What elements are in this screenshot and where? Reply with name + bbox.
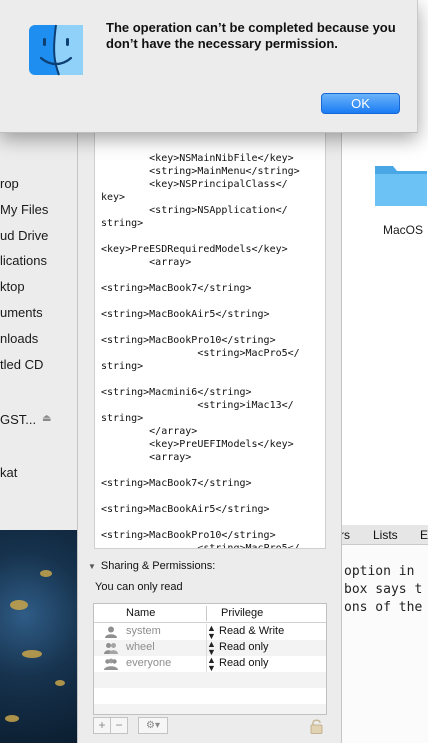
desktop-wallpaper bbox=[0, 530, 82, 743]
ok-button[interactable]: OK bbox=[321, 93, 400, 114]
privilege-stepper-icon[interactable]: ▲ ▼ bbox=[207, 624, 216, 641]
finder-sidebar: rop My Files ud Drive lications ktop ume… bbox=[0, 130, 78, 530]
table-row[interactable]: wheel ▲ ▼ Read only bbox=[94, 640, 326, 657]
plist-line: <string>MainMenu</string> bbox=[101, 166, 300, 177]
empty-table-row bbox=[94, 672, 326, 688]
sidebar-item-icloud-drive[interactable]: ud Drive bbox=[0, 228, 48, 243]
table-row[interactable]: system ▲ ▼ Read & Write bbox=[94, 624, 326, 641]
plist-line: <string>iMac13</ bbox=[101, 400, 294, 411]
folder-label: MacOS bbox=[383, 223, 424, 237]
plist-line: <string>MacPro5</ bbox=[101, 348, 300, 359]
group-icon bbox=[104, 643, 118, 654]
plist-line: key> bbox=[101, 192, 126, 203]
user-name: wheel bbox=[126, 641, 155, 653]
plist-line: <string>MacBookAir5</string> bbox=[101, 309, 270, 320]
permissions-table-header: Name Privilege bbox=[94, 604, 326, 623]
plist-line: <string>MacBookPro10</string> bbox=[101, 335, 276, 346]
add-user-button[interactable]: + bbox=[93, 717, 111, 734]
plist-line: <key>NSPrincipalClass</ bbox=[101, 179, 288, 190]
get-info-panel: <key>NSMainNibFile</key> <string>MainMen… bbox=[77, 95, 342, 743]
privilege-value[interactable]: Read only bbox=[219, 657, 269, 669]
editor-text-line: option in bbox=[344, 564, 415, 579]
user-name: everyone bbox=[126, 657, 172, 669]
permissions-toolbar: + − ⚙︎▾ bbox=[93, 717, 327, 735]
menu-item-partial-e[interactable]: E bbox=[420, 528, 428, 542]
table-row[interactable]: everyone ▲ ▼ Read only bbox=[94, 656, 326, 673]
alert-message: The operation can’t be completed because… bbox=[106, 20, 396, 51]
column-header-name[interactable]: Name bbox=[126, 607, 155, 619]
eject-icon[interactable]: ⏏ bbox=[42, 413, 51, 424]
plist-line: string> bbox=[101, 218, 144, 229]
plist-line: <array> bbox=[101, 452, 192, 463]
permission-error-alert: The operation can’t be completed because… bbox=[0, 0, 418, 133]
everyone-icon bbox=[104, 658, 118, 670]
editor-text-line: box says t bbox=[344, 582, 423, 597]
plist-line: </array> bbox=[101, 426, 198, 437]
plist-line: string> bbox=[101, 361, 144, 372]
plist-line: string> bbox=[101, 413, 144, 424]
sidebar-item-kat[interactable]: kat bbox=[0, 465, 17, 480]
plist-preview: <key>NSMainNibFile</key> <string>MainMen… bbox=[94, 115, 326, 549]
editor-menubar: rs Lists E bbox=[340, 525, 428, 545]
plist-line: <key>PreUEFIModels</key> bbox=[101, 439, 294, 450]
plist-line: <string>MacBook7</string> bbox=[101, 283, 252, 294]
disclosure-triangle-icon[interactable]: ▼ bbox=[88, 562, 96, 571]
plist-line: <string>MacBookAir5</string> bbox=[101, 504, 270, 515]
permission-status-text: You can only read bbox=[95, 581, 183, 593]
text-editor-window: rs Lists E option in box says t ons of t… bbox=[340, 525, 428, 743]
remove-user-button[interactable]: − bbox=[110, 717, 128, 734]
menu-item-lists[interactable]: Lists bbox=[373, 528, 398, 542]
plist-line: <array> bbox=[101, 257, 192, 268]
privilege-value[interactable]: Read & Write bbox=[219, 625, 284, 637]
sidebar-item-all-my-files[interactable]: My Files bbox=[0, 202, 48, 217]
privilege-value[interactable]: Read only bbox=[219, 641, 269, 653]
sidebar-item-airdrop[interactable]: rop bbox=[0, 176, 19, 191]
user-name: system bbox=[126, 625, 161, 637]
sidebar-item-desktop[interactable]: ktop bbox=[0, 279, 25, 294]
privilege-stepper-icon[interactable]: ▲ ▼ bbox=[207, 656, 216, 673]
sidebar-item-gst-volume[interactable]: GST... bbox=[0, 412, 36, 427]
plist-line: <string>NSApplication</ bbox=[101, 205, 288, 216]
sidebar-item-applications[interactable]: lications bbox=[0, 253, 47, 268]
finder-logo-icon bbox=[29, 24, 83, 76]
action-gear-button[interactable]: ⚙︎▾ bbox=[138, 717, 168, 734]
macos-folder-icon[interactable] bbox=[373, 158, 428, 210]
plist-line: <key>NSMainNibFile</key> bbox=[101, 153, 294, 164]
plist-line: <string>MacBookPro10</string> bbox=[101, 530, 276, 541]
plist-line: <string>MacPro5</ bbox=[101, 543, 300, 549]
permissions-table: Name Privilege system ▲ ▼ Read & Write wh… bbox=[93, 603, 327, 715]
lock-icon[interactable] bbox=[310, 718, 323, 734]
sharing-permissions-header[interactable]: ▼ Sharing & Permissions: bbox=[88, 560, 215, 572]
sidebar-item-downloads[interactable]: nloads bbox=[0, 331, 38, 346]
plist-line: <string>Macmini6</string> bbox=[101, 387, 252, 398]
plist-line: <key>PreESDRequiredModels</key> bbox=[101, 244, 288, 255]
sidebar-item-untitled-cd[interactable]: tled CD bbox=[0, 357, 43, 372]
plist-line: <string>MacBook7</string> bbox=[101, 478, 252, 489]
column-header-privilege[interactable]: Privilege bbox=[221, 607, 263, 619]
privilege-stepper-icon[interactable]: ▲ ▼ bbox=[207, 640, 216, 657]
sidebar-item-documents[interactable]: uments bbox=[0, 305, 43, 320]
editor-text-line: ons of the bbox=[344, 600, 423, 615]
single-user-icon bbox=[105, 626, 117, 638]
empty-table-row bbox=[94, 704, 326, 714]
